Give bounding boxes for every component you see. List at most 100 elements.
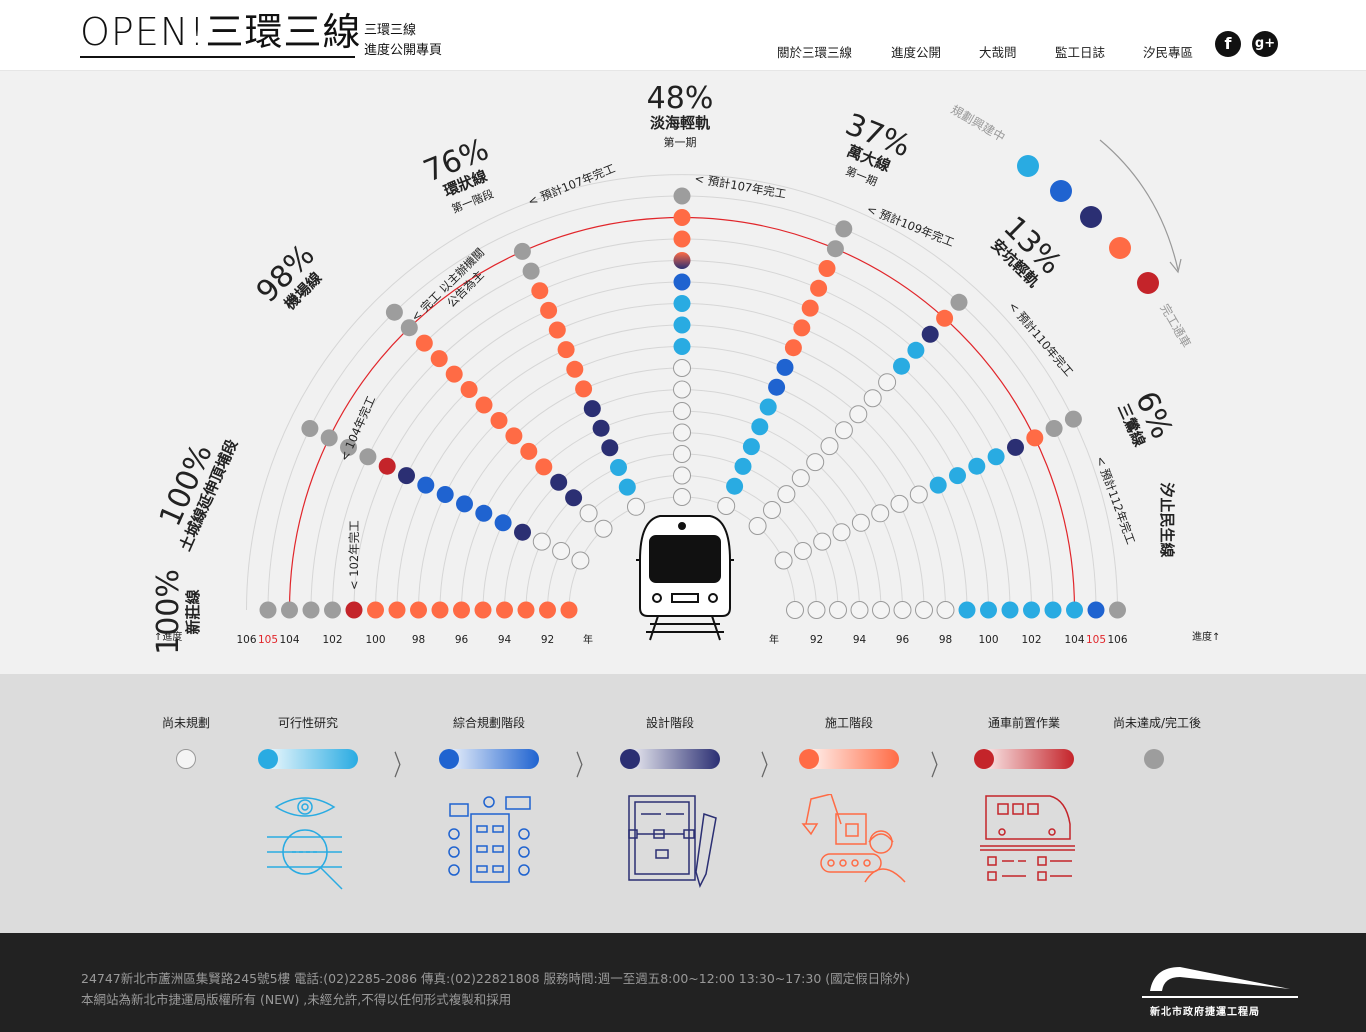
progress-dot-danhai — [673, 230, 691, 248]
progress-dot-sanying — [929, 476, 947, 494]
progress-dot-sanying — [813, 532, 832, 551]
completion-note: < 預計109年完工 — [865, 202, 956, 250]
progress-dot-danhai — [673, 209, 691, 226]
stage-knob — [620, 749, 640, 769]
progress-dot-xizhi — [1001, 601, 1019, 619]
progress-chart: 100%新莊線100%土城線延伸頂埔段98%機場線76%環狀線第一階段48%淡海… — [151, 81, 1220, 655]
progress-dot-xizhi — [850, 601, 869, 619]
progress-dot-circular — [557, 341, 575, 359]
progress-dot-ankeng — [921, 325, 939, 343]
progress-dot-danhai — [673, 380, 691, 399]
progress-dot-circular — [618, 478, 636, 496]
completion-note: < 預計112年完工 — [1093, 454, 1138, 546]
progress-dot-danhai — [673, 273, 691, 291]
progress-dot-xinzhuang — [474, 601, 492, 619]
progress-dot-wanda — [751, 418, 769, 436]
progress-dot-sanying — [968, 457, 986, 475]
progress-dot-airport — [475, 396, 493, 414]
nav-progress[interactable]: 進度公開 — [891, 42, 941, 61]
progress-dot-xizhi — [1044, 601, 1062, 619]
nav-faq[interactable]: 大哉問 — [979, 42, 1017, 61]
stage-label-design: 設計階段 — [645, 716, 695, 730]
site-logo[interactable]: OPEN!三環三線 — [80, 10, 362, 54]
progress-dot-ankeng — [878, 373, 897, 392]
stage-bar-design — [620, 749, 720, 769]
year-tick-left: 104 — [279, 634, 299, 646]
progress-dot-xinzhuang — [431, 601, 449, 619]
progress-dot-tucheng — [320, 429, 338, 447]
footer-contact: 24747新北市蘆洲區集賢路245號5樓 電話:(02)2285-2086 傳真… — [81, 971, 910, 986]
progress-dot-danhai — [673, 488, 691, 506]
stage-label-planning: 綜合規劃階段 — [452, 716, 526, 730]
stage-knob — [799, 749, 819, 769]
progress-dot-xinzhuang — [560, 601, 578, 619]
progress-dot-ankeng — [849, 405, 868, 424]
progress-dot-airport — [490, 412, 508, 429]
progress-dot-circular — [531, 282, 549, 300]
subtitle-line2: 進度公開專頁 — [364, 43, 443, 58]
legend-dot-preopen — [1137, 272, 1159, 294]
progress-dot-danhai — [673, 402, 691, 420]
progress-dot-ankeng — [950, 293, 968, 311]
progress-dot-danhai — [673, 466, 691, 485]
arrow-top-label: 規劃興建中 — [949, 102, 1008, 145]
progress-dot-circular — [513, 242, 531, 260]
progress-dot-sanying — [987, 448, 1005, 466]
progress-dot-wanda — [742, 438, 760, 456]
magnifier-eye-icon — [267, 797, 343, 890]
progress-dot-airport — [520, 442, 538, 460]
progress-dot-sanying — [949, 467, 966, 485]
progress-dot-xizhi — [958, 601, 976, 619]
planning-chart-icon — [448, 796, 531, 883]
progress-dot-wanda — [810, 279, 828, 297]
progress-dot-xizhi — [1066, 601, 1083, 619]
progress-dot-xinzhuang — [517, 601, 535, 619]
nav-supervision-log[interactable]: 監工日誌 — [1055, 42, 1105, 61]
progress-dot-wanda — [801, 299, 819, 317]
completion-note: < 預計110年完工 — [1006, 299, 1076, 379]
progress-dot-tucheng — [378, 457, 396, 475]
stage-knob — [439, 749, 459, 769]
progress-dot-xinzhuang — [367, 601, 384, 619]
progress-infographic: 100% 新莊線 100% 土城線延伸頂埔段 98% 機場線 76% 環狀線 第一階段 48% 淡海… — [0, 71, 1366, 674]
progress-dot-ankeng — [791, 469, 810, 488]
year-tick-left: 102 — [322, 634, 342, 646]
year-tick-right: 94 — [853, 634, 867, 646]
progress-dot-tucheng — [494, 514, 512, 532]
stage-label-not-planned: 尚未規劃 — [161, 716, 211, 730]
progress-dot-danhai — [673, 445, 691, 463]
progress-dot-airport — [460, 381, 478, 398]
subtitle-line1: 三環三線 — [364, 23, 417, 38]
year-tick-left: 96 — [455, 634, 469, 646]
stage-bar-pre-open — [974, 749, 1074, 769]
progress-dot-circular — [566, 360, 584, 378]
progress-dot-circular — [601, 439, 619, 457]
progress-dot-wanda — [784, 339, 802, 357]
stage-bar-construction — [799, 749, 899, 769]
progress-dot-xinzhuang — [302, 601, 320, 619]
progress-dot-wanda — [734, 457, 752, 475]
progress-dot-ankeng — [763, 501, 781, 519]
line-label-group: 100%土城線延伸頂埔段 — [153, 437, 241, 554]
nav-about[interactable]: 關於三環三線 — [777, 42, 852, 61]
year-tick-left: 94 — [498, 634, 512, 646]
right-year-unit: 年 — [769, 633, 779, 646]
stage-label-construction: 施工階段 — [824, 716, 874, 730]
chevron-right-icon: 〉 — [575, 749, 593, 782]
progress-dot-sanying — [1007, 438, 1024, 456]
progress-dot-circular — [583, 400, 601, 418]
progress-dot-xizhi — [1087, 601, 1105, 619]
progress-dot-wanda — [826, 240, 844, 258]
org-logo-icon — [1142, 967, 1298, 998]
stage-label-feasibility: 可行性研究 — [277, 716, 339, 730]
year-tick-left: 98 — [412, 634, 425, 646]
stage-dot-not-planned — [176, 749, 196, 769]
nav-xizhi-area[interactable]: 汐民專區 — [1143, 42, 1193, 61]
line-label-group: 13%安坑輕軌 — [987, 210, 1068, 291]
progress-dot-wanda — [793, 319, 811, 337]
googleplus-icon[interactable]: g+ — [1252, 31, 1278, 57]
legend-dot-feasibility — [1017, 155, 1039, 177]
progress-dot-ankeng — [834, 421, 853, 440]
blueprint-pencil-icon — [628, 795, 717, 889]
facebook-icon[interactable]: f — [1215, 31, 1241, 57]
